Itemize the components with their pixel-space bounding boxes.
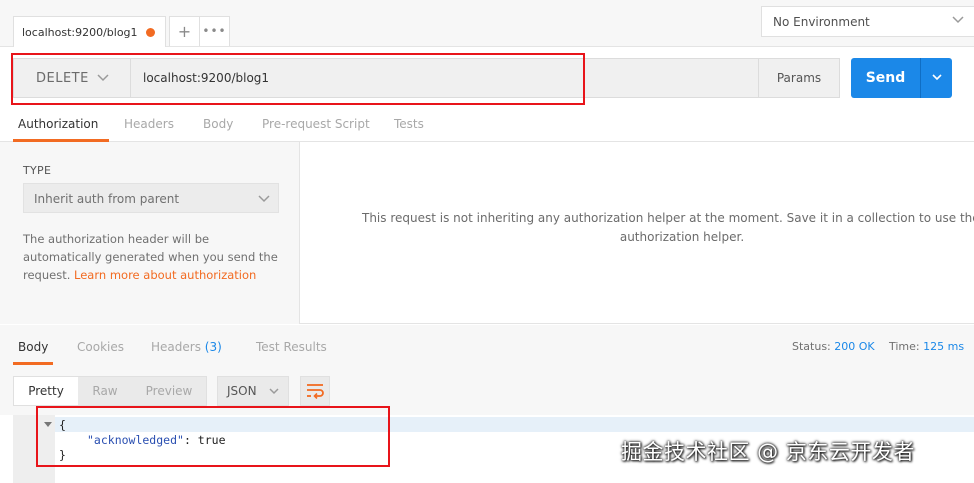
- tab-strip: localhost:9200/blog1 + ••• No Environmen…: [0, 0, 974, 47]
- tab-response-body[interactable]: Body: [18, 340, 48, 354]
- new-tab-button[interactable]: +: [169, 16, 200, 46]
- more-tabs-button[interactable]: •••: [200, 16, 230, 46]
- auth-type-select[interactable]: Inherit auth from parent: [23, 183, 279, 213]
- time-readout: Time: 125 ms: [889, 340, 964, 353]
- params-button[interactable]: Params: [759, 58, 840, 98]
- auth-type-label: TYPE: [23, 164, 52, 177]
- chevron-down-icon: [258, 195, 270, 203]
- tab-response-headers[interactable]: Headers (3): [151, 340, 222, 354]
- wrap-lines-button[interactable]: [300, 376, 330, 406]
- environment-select[interactable]: No Environment: [761, 6, 974, 37]
- status-readout: Status: 200 OK: [792, 340, 875, 353]
- tab-headers[interactable]: Headers: [124, 117, 174, 131]
- wrap-lines-icon: [307, 384, 324, 399]
- annotation-box-request: [11, 53, 585, 105]
- auth-message-line1: This request is not inheriting any autho…: [362, 211, 974, 225]
- send-options-button[interactable]: [920, 58, 952, 98]
- response-headers-count: (3): [204, 340, 222, 354]
- request-tab[interactable]: localhost:9200/blog1: [13, 16, 166, 47]
- tab-authorization[interactable]: Authorization: [18, 117, 98, 131]
- environment-label: No Environment: [773, 15, 870, 29]
- response-tabs: Body Cookies Headers (3) Test Results St…: [0, 325, 974, 365]
- chevron-down-icon: [269, 388, 279, 395]
- auth-message: This request is not inheriting any autho…: [362, 209, 974, 247]
- annotation-box-response: [36, 406, 390, 467]
- auth-type-value: Inherit auth from parent: [34, 192, 180, 206]
- view-raw-button[interactable]: Raw: [78, 377, 132, 405]
- chevron-down-icon: [952, 16, 964, 24]
- unsaved-dot-icon: [146, 28, 155, 37]
- tab-pre-request-script[interactable]: Pre-request Script: [262, 117, 370, 131]
- auth-message-panel: This request is not inheriting any autho…: [300, 142, 974, 324]
- tab-body[interactable]: Body: [203, 117, 233, 131]
- view-mode-group: Pretty Raw Preview: [13, 376, 207, 406]
- view-preview-button[interactable]: Preview: [132, 377, 206, 405]
- learn-more-link[interactable]: Learn more about authorization: [74, 268, 256, 282]
- send-button[interactable]: Send: [851, 58, 920, 98]
- tab-cookies[interactable]: Cookies: [77, 340, 124, 354]
- time-label: Time:: [889, 340, 920, 353]
- auth-help-text: The authorization header will be automat…: [23, 230, 285, 284]
- tab-tests[interactable]: Tests: [394, 117, 424, 131]
- status-label: Status:: [792, 340, 831, 353]
- view-pretty-button[interactable]: Pretty: [14, 377, 78, 405]
- format-label: JSON: [227, 384, 257, 398]
- tab-test-results[interactable]: Test Results: [256, 340, 327, 354]
- auth-message-line2: authorization helper.: [619, 230, 745, 244]
- response-headers-label: Headers: [151, 340, 201, 354]
- format-select[interactable]: JSON: [217, 376, 289, 406]
- time-value: 125 ms: [923, 340, 965, 353]
- request-tabs: Authorization Headers Body Pre-request S…: [0, 108, 974, 142]
- status-value: 200 OK: [834, 340, 875, 353]
- auth-settings-panel: TYPE Inherit auth from parent The author…: [0, 142, 300, 324]
- request-tab-label: localhost:9200/blog1: [22, 26, 138, 39]
- watermark: 掘金技术社区 @ 京东云开发者: [621, 440, 915, 464]
- chevron-down-icon: [932, 74, 942, 81]
